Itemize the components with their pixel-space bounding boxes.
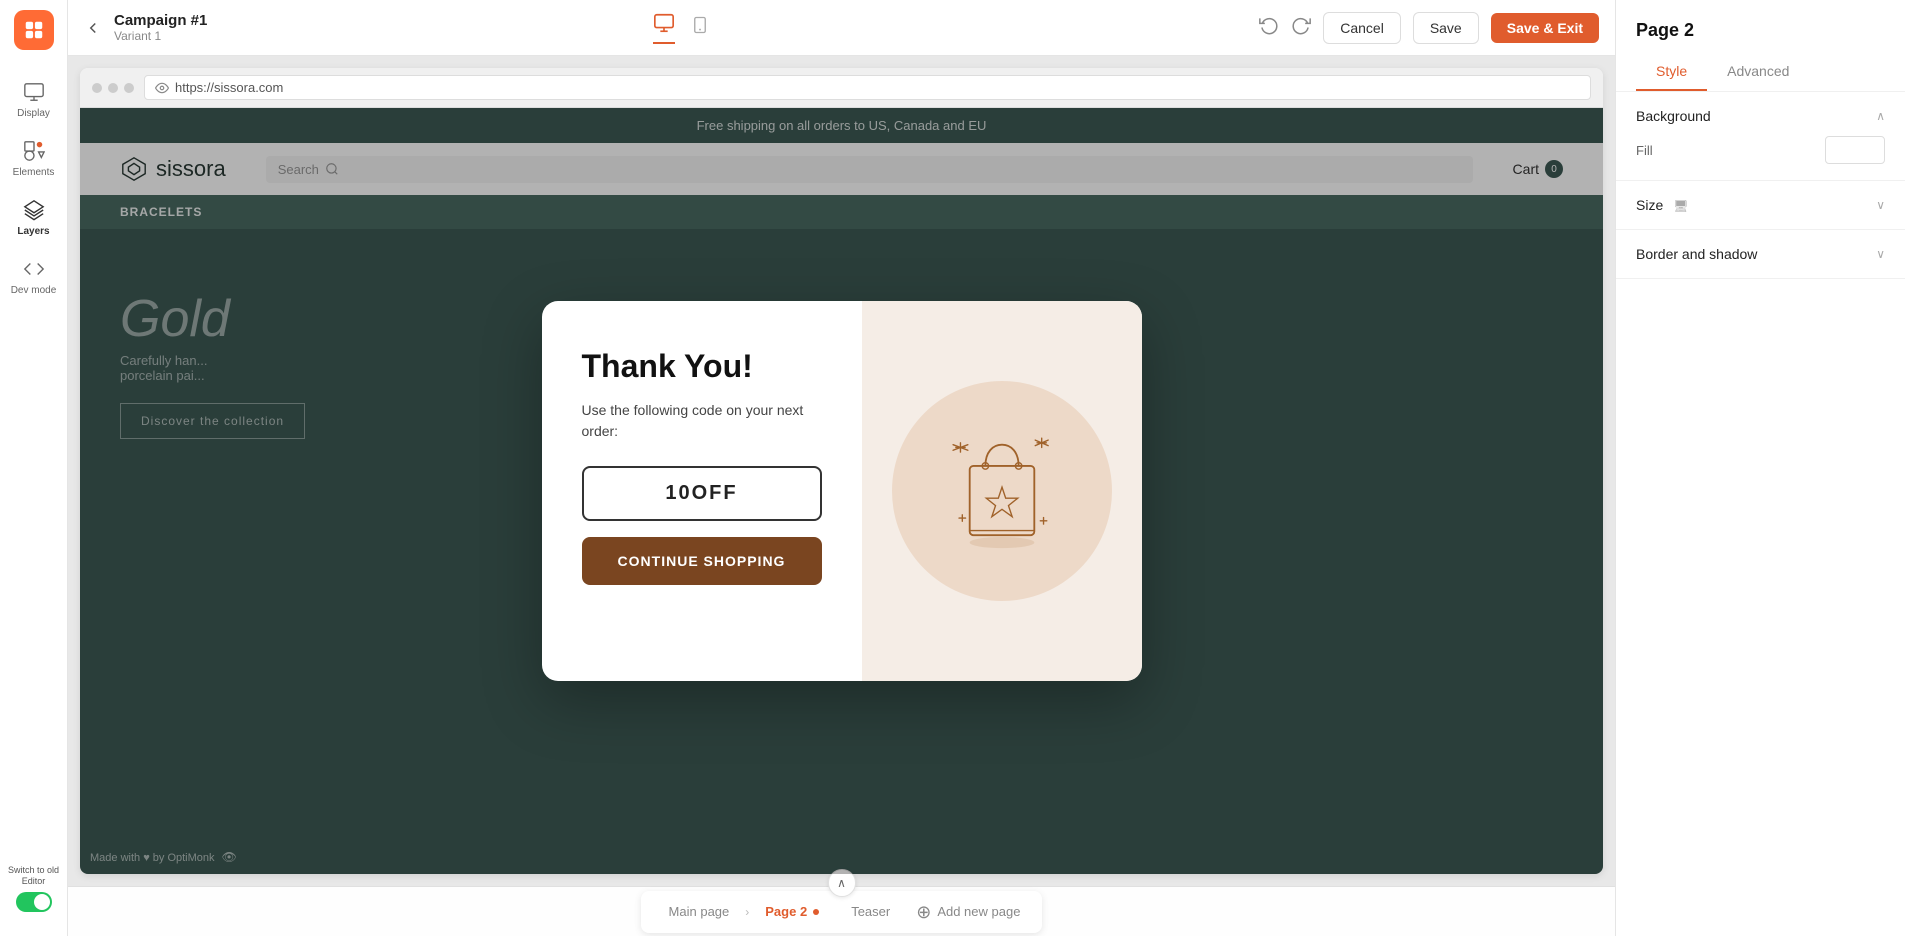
popup-code-box: 10OFF (582, 466, 822, 521)
left-sidebar: Display Elements Layers (0, 0, 68, 936)
background-section-header[interactable]: Background ∧ (1636, 108, 1885, 124)
top-bar: Campaign #1 Variant 1 (68, 0, 1615, 56)
popup-right (862, 301, 1142, 681)
page2-tab-dot (813, 909, 819, 915)
popup-description: Use the following code on your next orde… (582, 400, 822, 442)
fill-color-box[interactable] (1825, 136, 1885, 164)
undo-button[interactable] (1259, 15, 1279, 40)
pages-bar: ∧ Main page › Page 2 Teaser ⊕ Add new pa… (68, 886, 1615, 936)
devmode-icon (22, 257, 46, 281)
background-title: Background (1636, 108, 1711, 124)
right-panel-title: Page 2 (1636, 20, 1885, 41)
main-page-tab[interactable]: Main page (653, 898, 746, 925)
browser-url-bar[interactable]: https://sissora.com (144, 75, 1591, 100)
add-page-icon: ⊕ (916, 903, 931, 921)
website-content: Free shipping on all orders to US, Canad… (80, 108, 1603, 874)
sidebar-item-devmode[interactable]: Dev mode (0, 247, 67, 306)
popup-modal: × Thank You! Use the following code on y… (542, 301, 1142, 681)
background-chevron: ∧ (1876, 109, 1885, 123)
main-page-label: Main page (669, 904, 730, 919)
sidebar-bottom: Switch to old Editor (0, 857, 67, 936)
browser-mockup: https://sissora.com Free shipping on all… (80, 68, 1603, 874)
fill-row: Fill (1636, 136, 1885, 164)
redo-button[interactable] (1291, 15, 1311, 40)
devmode-label: Dev mode (11, 285, 57, 296)
teaser-label: Teaser (851, 904, 890, 919)
size-device-icon: 🖥 (1673, 199, 1688, 213)
campaign-info: Campaign #1 Variant 1 (114, 12, 641, 43)
right-panel: Page 2 Style Advanced Background ∧ Fill … (1615, 0, 1905, 936)
page2-label: Page 2 (765, 904, 807, 919)
size-section-header[interactable]: Size 🖥 ∨ (1636, 197, 1885, 213)
style-tab[interactable]: Style (1636, 53, 1707, 91)
elements-icon (22, 139, 46, 163)
browser-dot-1 (92, 83, 102, 93)
url-text: https://sissora.com (175, 80, 283, 95)
canvas-area: https://sissora.com Free shipping on all… (68, 56, 1615, 936)
browser-dot-2 (108, 83, 118, 93)
save-exit-button[interactable]: Save & Exit (1491, 13, 1599, 43)
teaser-tab[interactable]: Teaser (835, 898, 906, 925)
border-shadow-section-header[interactable]: Border and shadow ∨ (1636, 246, 1885, 262)
sidebar-item-layers[interactable]: Layers (0, 188, 67, 247)
popup-cta-button[interactable]: CONTINUE SHOPPING (582, 537, 822, 585)
background-section: Background ∧ Fill (1616, 92, 1905, 181)
size-title: Size 🖥 (1636, 197, 1688, 213)
right-panel-header: Page 2 Style Advanced (1616, 0, 1905, 92)
elements-label: Elements (13, 167, 55, 178)
popup-overlay: × Thank You! Use the following code on y… (80, 108, 1603, 874)
fill-label: Fill (1636, 143, 1653, 158)
size-section: Size 🖥 ∨ (1616, 181, 1905, 230)
add-page-label: Add new page (937, 904, 1020, 919)
layers-label: Layers (17, 226, 49, 237)
app-logo-icon (23, 19, 45, 41)
display-icon (22, 80, 46, 104)
up-arrow-icon: ∧ (837, 876, 846, 890)
browser-dots (92, 83, 134, 93)
campaign-variant: Variant 1 (114, 29, 641, 43)
browser-bar: https://sissora.com (80, 68, 1603, 108)
add-page-button[interactable]: ⊕ Add new page (906, 897, 1030, 927)
app-logo[interactable] (14, 10, 54, 50)
sidebar-item-elements[interactable]: Elements (0, 129, 67, 188)
browser-dot-3 (124, 83, 134, 93)
eye-icon (155, 81, 169, 95)
popup-title: Thank You! (582, 349, 822, 384)
old-editor-toggle[interactable] (16, 892, 52, 912)
border-shadow-chevron: ∨ (1876, 247, 1885, 261)
layers-icon (22, 198, 46, 222)
border-shadow-section: Border and shadow ∨ (1616, 230, 1905, 279)
size-chevron: ∨ (1876, 198, 1885, 212)
panel-tabs: Style Advanced (1636, 53, 1885, 91)
main-area: Campaign #1 Variant 1 (68, 0, 1615, 936)
desktop-device-button[interactable] (653, 12, 675, 44)
display-label: Display (17, 108, 50, 119)
popup-left: Thank You! Use the following code on you… (542, 301, 862, 681)
bag-illustration (942, 424, 1062, 559)
advanced-tab[interactable]: Advanced (1707, 53, 1809, 91)
sidebar-item-display[interactable]: Display (0, 70, 67, 129)
campaign-title: Campaign #1 (114, 12, 641, 29)
switch-label: Switch to old Editor (0, 865, 67, 888)
page2-tab[interactable]: Page 2 (749, 898, 835, 925)
cancel-button[interactable]: Cancel (1323, 12, 1401, 44)
back-button[interactable] (84, 19, 102, 37)
save-button[interactable]: Save (1413, 12, 1479, 44)
switch-toggle-wrap: Switch to old Editor (0, 857, 67, 920)
device-buttons (653, 12, 709, 44)
shopping-bag-svg (942, 424, 1062, 554)
border-shadow-title: Border and shadow (1636, 246, 1757, 262)
mobile-device-button[interactable] (691, 14, 709, 42)
